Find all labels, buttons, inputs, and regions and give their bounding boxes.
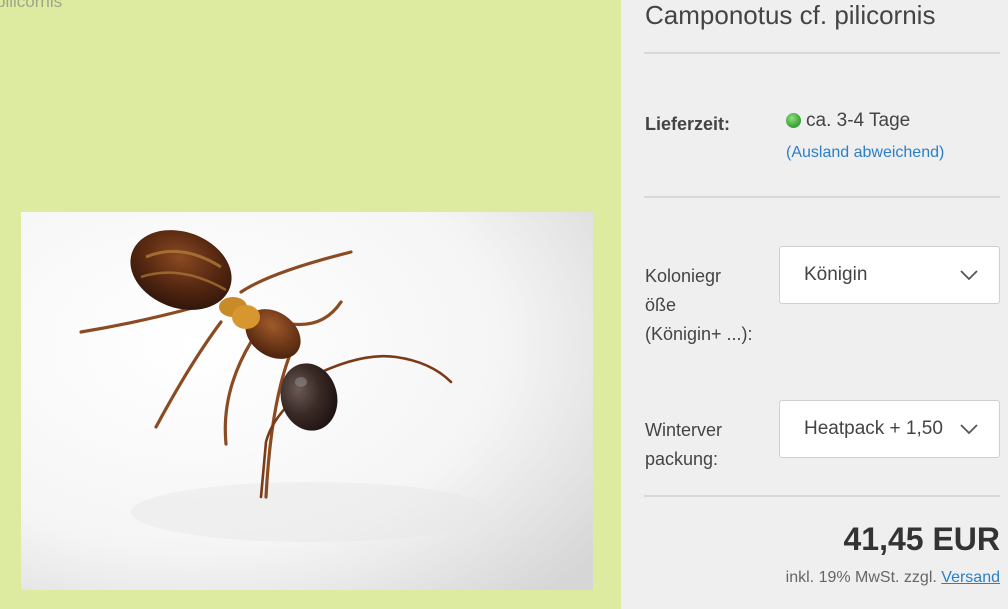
tax-note: inkl. 19% MwSt. zzgl. Versand bbox=[786, 569, 1000, 587]
delivery-time: ca. 3-4 Tage bbox=[786, 110, 910, 132]
colony-size-selected: Königin bbox=[804, 264, 868, 285]
product-details: Camponotus cf. pilicornis Lieferzeit: ca… bbox=[621, 0, 1008, 609]
shipping-link[interactable]: Versand bbox=[941, 569, 1000, 586]
chevron-down-icon bbox=[960, 270, 978, 281]
chevron-down-icon bbox=[960, 424, 978, 435]
colony-size-label: Koloniegr öße (Königin+ ...): bbox=[645, 266, 753, 344]
winter-packaging-label: Winterver packung: bbox=[645, 420, 723, 469]
winter-packaging-select[interactable]: Heatpack + 1,50 bbox=[779, 400, 1000, 458]
product-title: Camponotus cf. pilicornis bbox=[645, 0, 936, 30]
gallery-caption: pilicornis bbox=[0, 0, 63, 11]
availability-dot-icon bbox=[786, 113, 801, 128]
tax-note-text: inkl. 19% MwSt. zzgl. bbox=[785, 569, 937, 586]
product-photo[interactable] bbox=[21, 212, 593, 590]
ant-illustration bbox=[21, 212, 593, 590]
title-divider bbox=[644, 52, 1000, 54]
winter-packaging-selected: Heatpack + 1,50 bbox=[804, 418, 943, 439]
delivery-label: Lieferzeit: bbox=[645, 114, 731, 134]
product-price: 41,45 EUR bbox=[843, 521, 1000, 557]
abroad-delivery-link[interactable]: (Ausland abweichend) bbox=[786, 144, 944, 162]
product-page: pilicornis Camponotus cf. pilicornis Lie… bbox=[0, 0, 1008, 609]
delivery-value: ca. 3-4 Tage bbox=[806, 110, 911, 131]
delivery-divider bbox=[644, 196, 1000, 198]
options-divider bbox=[644, 495, 1000, 497]
product-gallery: pilicornis bbox=[0, 0, 621, 609]
colony-size-select[interactable]: Königin bbox=[779, 246, 1000, 304]
